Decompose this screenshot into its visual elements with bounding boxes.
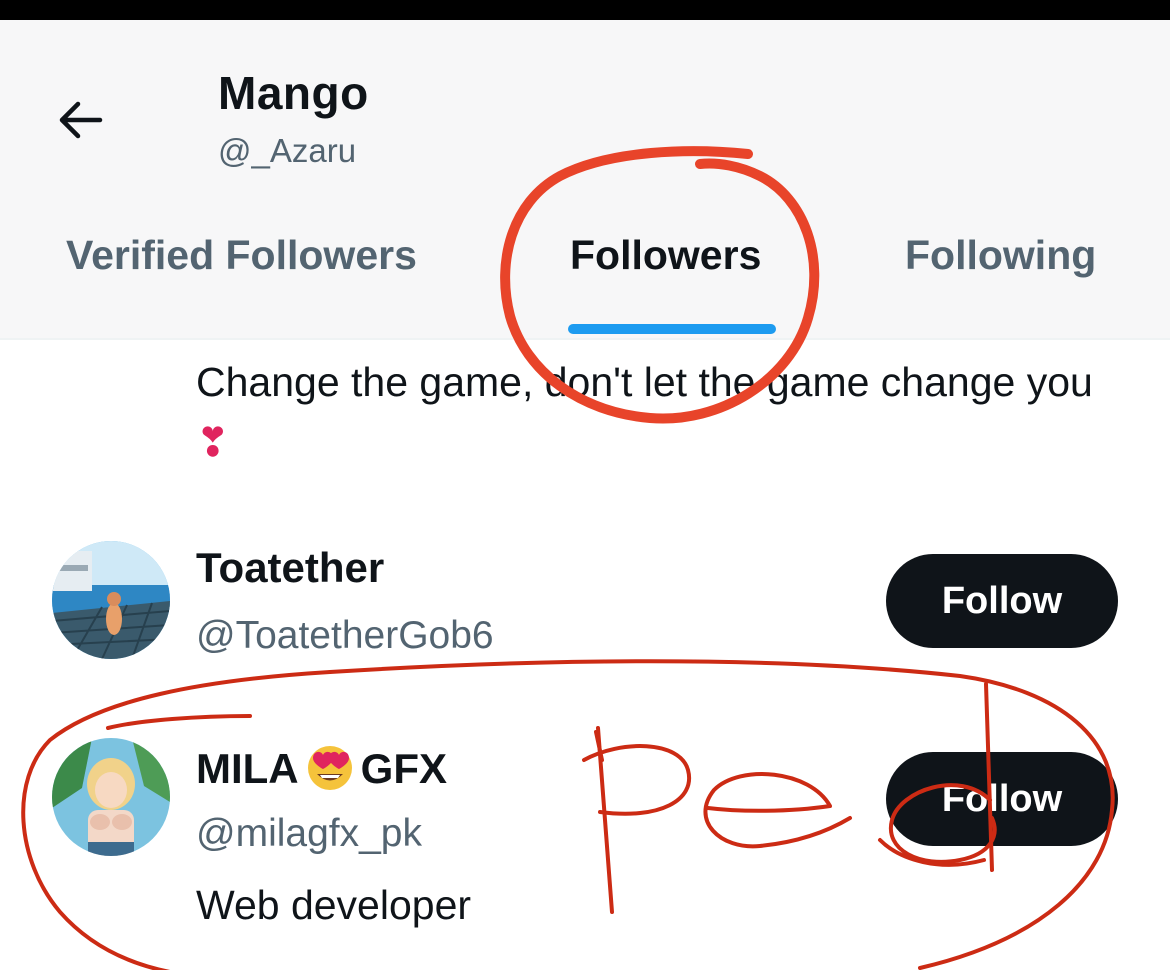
arrow-left-icon: [59, 101, 103, 139]
user-handle[interactable]: @ToatetherGob6: [196, 614, 494, 658]
profile-header: Mango @_Azaru: [0, 20, 1170, 340]
avatar[interactable]: [52, 738, 170, 856]
status-bar: [0, 0, 1170, 20]
avatar-image: [52, 541, 170, 659]
heart-exclamation-icon: ❣: [196, 421, 230, 465]
user-name[interactable]: MILA GFX: [196, 741, 447, 801]
tab-following[interactable]: Following: [905, 232, 1096, 279]
user-handle[interactable]: @milagfx_pk: [196, 812, 422, 856]
bio-text: Change the game, don't let the game chan…: [196, 359, 1093, 405]
follow-button[interactable]: Follow: [886, 752, 1118, 846]
follow-button[interactable]: Follow: [886, 554, 1118, 648]
screen: Mango @_Azaru Verified Followers Followe…: [0, 0, 1170, 970]
back-button[interactable]: [50, 92, 110, 148]
avatar[interactable]: [52, 541, 170, 659]
profile-handle: @_Azaru: [218, 132, 357, 169]
active-tab-indicator: [568, 324, 776, 334]
tab-followers[interactable]: Followers: [570, 232, 761, 279]
tabs-divider: [0, 338, 1170, 340]
heart-eyes-emoji-icon: [303, 741, 357, 801]
profile-name: Mango: [218, 67, 369, 119]
user-name-part1: MILA: [196, 745, 299, 792]
avatar-image: [52, 738, 170, 856]
user-name-part2: GFX: [360, 745, 447, 792]
user-bio: Web developer: [196, 882, 472, 928]
tab-verified-followers[interactable]: Verified Followers: [66, 232, 417, 279]
previous-user-bio: Change the game, don't let the game chan…: [196, 352, 1126, 473]
user-name[interactable]: Toatether: [196, 544, 384, 592]
